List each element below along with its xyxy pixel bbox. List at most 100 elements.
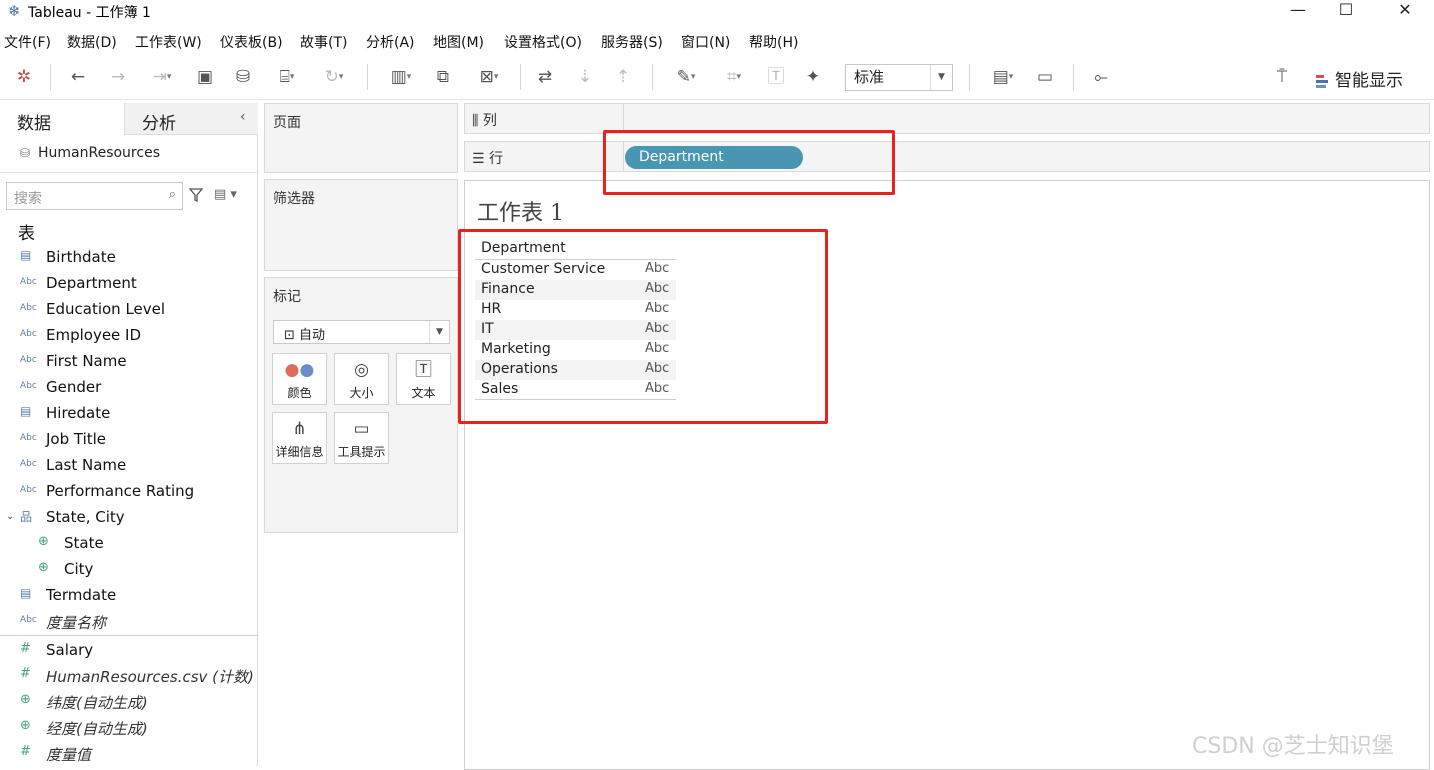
- toolbar-separator: [367, 64, 368, 90]
- menu-server[interactable]: 服务器(S): [601, 32, 663, 52]
- tab-analysis[interactable]: 分析: [124, 103, 258, 135]
- show-cards-icon[interactable]: ▤▾: [983, 64, 1023, 90]
- filter-icon[interactable]: [189, 188, 203, 202]
- field-last-name[interactable]: Abc Last Name: [0, 453, 257, 479]
- redo-icon[interactable]: →: [106, 64, 130, 90]
- menu-story[interactable]: 故事(T): [300, 32, 347, 52]
- sort-ascending-icon[interactable]: ⇣: [573, 64, 597, 90]
- field-longitude[interactable]: ⊕ 经度(自动生成): [0, 715, 257, 741]
- field-department[interactable]: Abc Department: [0, 271, 257, 297]
- string-icon: Abc: [20, 433, 37, 443]
- clear-sheet-icon[interactable]: ⊠▾: [469, 64, 509, 90]
- toolbar-separator: [520, 64, 521, 90]
- field-latitude[interactable]: ⊕ 纬度(自动生成): [0, 689, 257, 715]
- toolbar-separator: [50, 64, 51, 90]
- menu-help[interactable]: 帮助(H): [749, 32, 798, 52]
- swap-icon[interactable]: ⇄: [533, 64, 557, 90]
- string-icon: Abc: [20, 615, 37, 625]
- field-state-city-hierarchy[interactable]: ⌄ 品 State, City: [0, 505, 257, 531]
- field-employee-id[interactable]: Abc Employee ID: [0, 323, 257, 349]
- mark-type-select[interactable]: ⊡ 自动 ▼: [273, 320, 450, 344]
- new-datasource-icon[interactable]: ⛁: [231, 64, 255, 90]
- field-label: Termdate: [46, 586, 117, 604]
- menu-analysis[interactable]: 分析(A): [366, 32, 415, 52]
- field-city[interactable]: ⊕ City: [0, 557, 257, 583]
- chevron-down-icon: ▼: [429, 321, 449, 343]
- mark-type-value: 自动: [299, 328, 326, 343]
- replay-icon[interactable]: ⇥▾: [142, 64, 182, 90]
- field-salary[interactable]: # Salary: [0, 638, 257, 664]
- maximize-button[interactable]: ☐: [1323, 0, 1369, 28]
- toolbar-separator: [652, 64, 653, 90]
- field-education-level[interactable]: Abc Education Level: [0, 297, 257, 323]
- field-hiredate[interactable]: ▤ Hiredate: [0, 401, 257, 427]
- tableau-logo-icon[interactable]: ✲: [12, 64, 36, 90]
- pages-card[interactable]: 页面: [264, 103, 458, 173]
- fit-select-value: 标准: [854, 68, 885, 86]
- duplicate-sheet-icon[interactable]: ⧉: [431, 64, 455, 90]
- detail-button[interactable]: ⋔ 详细信息: [272, 412, 327, 464]
- share-icon[interactable]: ⟜: [1089, 64, 1113, 90]
- text-button[interactable]: 🅃 文本: [396, 353, 451, 405]
- menu-bar: 文件(F) 数据(D) 工作表(W) 仪表板(B) 故事(T) 分析(A) 地图…: [0, 29, 1434, 53]
- new-sheet-icon[interactable]: ▥▾: [381, 64, 421, 90]
- tooltip-label: 工具提示: [337, 445, 386, 459]
- undo-icon[interactable]: ←: [66, 64, 90, 90]
- menu-dashboard[interactable]: 仪表板(B): [220, 32, 283, 52]
- chevron-down-icon[interactable]: ⌄: [6, 511, 14, 522]
- globe-icon: ⊕: [38, 534, 49, 549]
- field-label: Job Title: [46, 430, 107, 448]
- collapse-pane-icon[interactable]: ‹: [240, 109, 246, 125]
- tab-data[interactable]: 数据: [0, 103, 124, 135]
- tooltip-button[interactable]: ▭ 工具提示: [334, 412, 389, 464]
- filters-card[interactable]: 筛选器: [264, 179, 458, 271]
- tooltip-icon[interactable]: ⍑: [1270, 64, 1294, 90]
- date-icon: ▤: [20, 586, 32, 600]
- field-state[interactable]: ⊕ State: [0, 531, 257, 557]
- presentation-icon[interactable]: ▭: [1033, 64, 1057, 90]
- field-first-name[interactable]: Abc First Name: [0, 349, 257, 375]
- view-options-icon[interactable]: ▤ ▾: [214, 187, 237, 202]
- sheet-title[interactable]: 工作表 1: [477, 195, 564, 227]
- size-icon: ◎: [354, 360, 369, 380]
- color-button[interactable]: ●● 颜色: [272, 353, 327, 405]
- field-job-title[interactable]: Abc Job Title: [0, 427, 257, 453]
- fit-select[interactable]: 标准 ▼: [845, 64, 953, 91]
- highlight-icon[interactable]: ✎▾: [666, 64, 706, 90]
- menu-window[interactable]: 窗口(N): [681, 32, 730, 52]
- label-icon[interactable]: 🅃: [764, 64, 788, 90]
- toolbar-separator: [1073, 64, 1074, 90]
- field-record-count[interactable]: # HumanResources.csv (计数): [0, 663, 257, 689]
- minimize-button[interactable]: —: [1275, 0, 1321, 28]
- pages-title: 页面: [273, 115, 301, 131]
- size-button[interactable]: ◎ 大小: [334, 353, 389, 405]
- title-bar: ❄ Tableau - 工作簿 1 — ☐ ✕: [0, 0, 1434, 28]
- field-measure-names[interactable]: Abc 度量名称: [0, 609, 257, 635]
- filters-title: 筛选器: [273, 191, 315, 207]
- menu-data[interactable]: 数据(D): [67, 32, 117, 52]
- field-birthdate[interactable]: ▤ Birthdate: [0, 245, 257, 271]
- show-me-button[interactable]: 智能显示: [1316, 66, 1403, 91]
- group-icon[interactable]: ⌗▾: [714, 64, 754, 90]
- field-measure-values[interactable]: # 度量值: [0, 741, 257, 767]
- field-label: 度量值: [46, 746, 92, 764]
- menu-format[interactable]: 设置格式(O): [504, 32, 582, 52]
- pin-icon[interactable]: ✦: [801, 64, 825, 90]
- datasource-icon: ⛁: [20, 146, 31, 160]
- sort-descending-icon[interactable]: ⇡: [611, 64, 635, 90]
- field-label: Employee ID: [46, 326, 142, 344]
- field-gender[interactable]: Abc Gender: [0, 375, 257, 401]
- menu-map[interactable]: 地图(M): [433, 32, 484, 52]
- datasource-item[interactable]: ⛁ HumanResources: [20, 145, 160, 161]
- field-performance-rating[interactable]: Abc Performance Rating: [0, 479, 257, 505]
- measures-divider: [0, 635, 257, 636]
- pause-update-icon[interactable]: ⌸▾: [270, 64, 304, 90]
- string-icon: Abc: [20, 303, 37, 313]
- field-termdate[interactable]: ▤ Termdate: [0, 583, 257, 609]
- menu-worksheet[interactable]: 工作表(W): [135, 32, 202, 52]
- close-button[interactable]: ✕: [1382, 0, 1428, 28]
- search-input[interactable]: 搜索 ⌕: [6, 182, 183, 210]
- menu-file[interactable]: 文件(F): [4, 32, 51, 52]
- refresh-icon[interactable]: ↻▾: [316, 64, 352, 90]
- save-icon[interactable]: ▣: [193, 64, 217, 90]
